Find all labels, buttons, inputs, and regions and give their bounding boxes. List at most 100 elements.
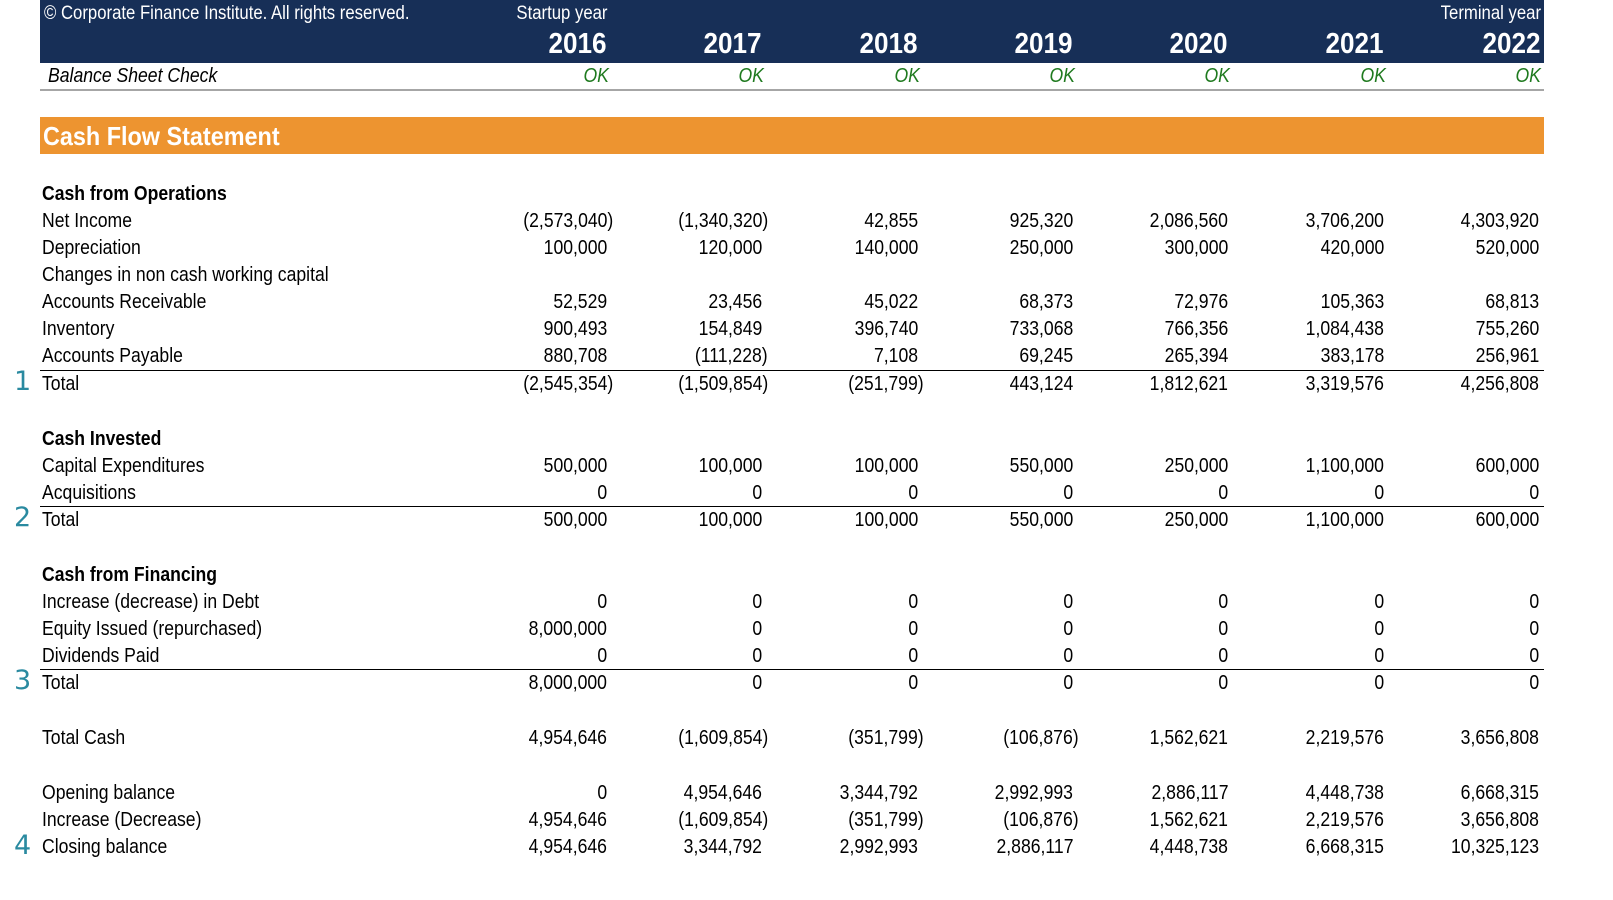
cell-value: 755,260 <box>1475 318 1539 340</box>
cell-value: 2,219,576 <box>1305 809 1384 831</box>
cell-value: 10,325,123 <box>1450 836 1539 858</box>
cell-value: 4,448,738 <box>1149 836 1228 858</box>
cell-value: 600,000 <box>1475 455 1539 477</box>
cell-value: (1,609,854) <box>677 727 768 749</box>
balance-check-status: OK <box>1204 65 1230 87</box>
section-bar-cash-flow: Cash Flow Statement <box>40 117 1544 154</box>
table-row: Accounts Payable 880,708 (111,228) 7,108 69,… <box>40 343 1544 370</box>
cell-value: 3,706,200 <box>1305 210 1384 232</box>
row-label: Changes in non cash working capital <box>42 264 329 286</box>
cell-value: 550,000 <box>1009 509 1073 531</box>
row-label: Accounts Payable <box>42 345 183 367</box>
cell-value: 52,529 <box>553 291 607 313</box>
cell-value: 265,394 <box>1164 345 1228 367</box>
section-heading: Cash from Operations <box>42 183 227 205</box>
cell-value: 2,992,993 <box>839 836 918 858</box>
cell-value: 256,961 <box>1475 345 1539 367</box>
copyright-text: © Corporate Finance Institute. All right… <box>44 3 410 24</box>
cell-value: 2,219,576 <box>1305 727 1384 749</box>
cell-value: 105,363 <box>1320 291 1384 313</box>
cell-value: 550,000 <box>1009 455 1073 477</box>
row-label: Total Cash <box>42 727 126 749</box>
cell-value: (1,340,320) <box>677 210 768 232</box>
cell-value: 100,000 <box>543 237 607 259</box>
cell-value: (2,573,040) <box>522 210 613 232</box>
cell-value: 3,319,576 <box>1305 373 1384 395</box>
year-column-2016: Startup year 2016 <box>447 0 607 63</box>
cell-value: 0 <box>908 618 918 640</box>
cell-value: (1,509,854) <box>677 373 768 395</box>
cell-value: 68,373 <box>1019 291 1073 313</box>
cell-value: 3,656,808 <box>1460 809 1539 831</box>
total-row-financing: Total 8,000,000 0 0 0 0 0 0 <box>40 669 1544 697</box>
cell-value: 0 <box>1374 591 1384 613</box>
cell-value: (351,799) <box>848 809 924 831</box>
cell-value: 925,320 <box>1009 210 1073 232</box>
table-row: Net Income (2,573,040) (1,340,320) 42,855 92… <box>40 208 1544 235</box>
table-row: Changes in non cash working capital <box>40 262 1544 289</box>
cell-value: 100,000 <box>854 509 918 531</box>
year-label: 2020 <box>1169 28 1228 60</box>
balance-check-status: OK <box>1515 65 1541 87</box>
total-row-operations: Total (2,545,354) (1,509,854) (251,799) 443,… <box>40 370 1544 398</box>
balance-sheet-check-row: Balance Sheet Check OK OK OK OK OK OK OK <box>40 63 1544 91</box>
cell-value: 0 <box>1218 618 1228 640</box>
balance-check-status: OK <box>583 65 609 87</box>
cell-value: (251,799) <box>848 373 924 395</box>
section-heading: Cash Invested <box>42 428 162 450</box>
row-label: Equity Issued (repurchased) <box>42 618 263 640</box>
cell-value: 396,740 <box>854 318 918 340</box>
cell-value: 0 <box>1063 645 1073 667</box>
cell-value: 600,000 <box>1475 509 1539 531</box>
cell-value: 250,000 <box>1164 455 1228 477</box>
cell-value: 900,493 <box>543 318 607 340</box>
cell-value: 0 <box>1218 482 1228 504</box>
section-title: Cash Flow Statement <box>43 121 280 151</box>
cell-value: 0 <box>908 672 918 694</box>
cell-value: 0 <box>1218 645 1228 667</box>
cell-value: 23,456 <box>708 291 762 313</box>
table-row: Equity Issued (repurchased) 8,000,000 0 0 0 0… <box>40 616 1544 643</box>
cell-value: 4,448,738 <box>1305 782 1384 804</box>
cell-value: 1,084,438 <box>1305 318 1384 340</box>
row-label: Depreciation <box>42 237 141 259</box>
cell-value: 8,000,000 <box>528 672 607 694</box>
cell-value: 8,000,000 <box>528 618 607 640</box>
section-heading-invested: Cash Invested <box>40 426 1544 453</box>
table-row: Increase (Decrease) 4,954,646 (1,609,854) (… <box>40 807 1544 834</box>
cell-value: 250,000 <box>1164 509 1228 531</box>
row-label: Acquisitions <box>42 482 136 504</box>
terminal-year-label: Terminal year <box>1440 3 1541 24</box>
cell-value: 420,000 <box>1320 237 1384 259</box>
cell-value: 140,000 <box>854 237 918 259</box>
balance-check-status: OK <box>1360 65 1386 87</box>
cell-value: 4,954,646 <box>528 836 607 858</box>
cell-value: 0 <box>1529 482 1539 504</box>
table-row: Dividends Paid 0 0 0 0 0 0 0 <box>40 643 1544 670</box>
cell-value: 0 <box>752 645 762 667</box>
cell-value: 500,000 <box>543 509 607 531</box>
year-label: 2016 <box>548 28 607 60</box>
cell-value: 0 <box>1529 591 1539 613</box>
year-label: 2019 <box>1014 28 1073 60</box>
step-marker: 1 <box>14 366 32 397</box>
cell-value: 0 <box>1529 645 1539 667</box>
step-marker: 4 <box>14 830 32 861</box>
cell-value: 0 <box>1063 618 1073 640</box>
cell-value: 2,886,117 <box>996 836 1073 858</box>
row-label: Accounts Receivable <box>42 291 207 313</box>
cell-value: 6,668,315 <box>1305 836 1384 858</box>
cell-value: 0 <box>1529 618 1539 640</box>
year-label: 2017 <box>703 28 762 60</box>
cell-value: 4,954,646 <box>528 809 607 831</box>
row-label: Total <box>42 373 80 395</box>
cell-value: 45,022 <box>864 291 918 313</box>
cell-value: 766,356 <box>1164 318 1228 340</box>
cell-value: 0 <box>1063 482 1073 504</box>
total-cash-row: Total Cash 4,954,646 (1,609,854) (351,799) (… <box>40 725 1544 752</box>
cell-value: (106,876) <box>1003 809 1079 831</box>
cell-value: 733,068 <box>1009 318 1073 340</box>
cell-value: 2,886,117 <box>1151 782 1228 804</box>
cell-value: (351,799) <box>848 727 924 749</box>
year-column-2020: 2020 <box>1068 0 1228 63</box>
